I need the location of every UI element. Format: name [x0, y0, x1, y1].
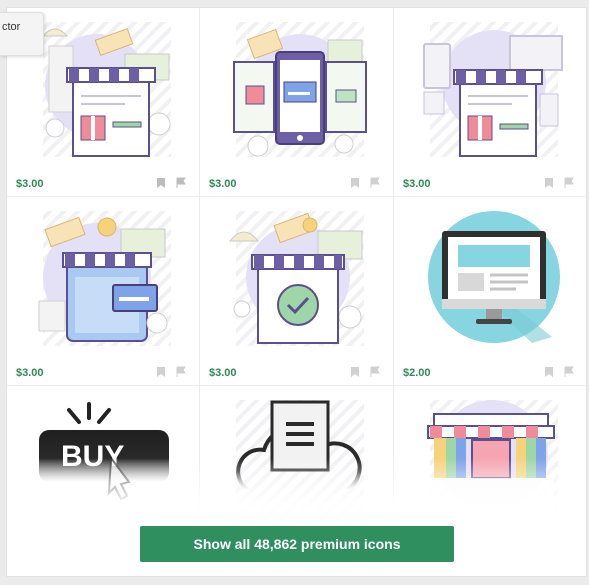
icon-card-4[interactable]: $3.00: [7, 197, 200, 386]
card-actions: [155, 177, 187, 189]
flag-icon[interactable]: [175, 177, 187, 189]
multi-device-shop-icon[interactable]: [412, 16, 570, 166]
bookmark-icon[interactable]: [155, 366, 167, 378]
show-all-premium-icons-button[interactable]: Show all 48,862 premium icons: [140, 526, 454, 562]
desktop-monitor-icon[interactable]: [412, 205, 570, 355]
online-shop-gift-icon[interactable]: [25, 16, 183, 166]
bookmark-icon[interactable]: [155, 177, 167, 189]
tablet-shop-icon[interactable]: [25, 205, 183, 355]
flag-icon[interactable]: [369, 366, 381, 378]
flag-icon[interactable]: [175, 366, 187, 378]
card-actions: [543, 366, 575, 378]
shop-checkmark-icon[interactable]: [218, 205, 376, 355]
icon-card-5[interactable]: $3.00: [200, 197, 394, 386]
price-label: $3.00: [403, 178, 431, 190]
bookmark-icon[interactable]: [349, 177, 361, 189]
price-label: $3.00: [16, 178, 44, 190]
bookmark-icon[interactable]: [543, 177, 555, 189]
price-label: $3.00: [16, 367, 44, 379]
flag-icon[interactable]: [563, 366, 575, 378]
icon-results-panel: $3.00 $3.00 $3.00 $3.00 $3.00 $2.00 BUY …: [6, 7, 587, 577]
truncated-tooltip: ctor: [0, 12, 44, 56]
icon-card-2[interactable]: $3.00: [200, 8, 394, 197]
tooltip-text: ctor: [2, 21, 21, 33]
card-actions: [543, 177, 575, 189]
mobile-shopping-icon[interactable]: [218, 16, 376, 166]
icon-card-6[interactable]: $2.00: [394, 197, 586, 386]
flag-icon[interactable]: [369, 177, 381, 189]
card-actions: [349, 177, 381, 189]
bookmark-icon[interactable]: [349, 366, 361, 378]
flag-icon[interactable]: [563, 177, 575, 189]
card-actions: [349, 366, 381, 378]
price-label: $2.00: [403, 367, 431, 379]
price-label: $3.00: [209, 178, 237, 190]
bookmark-icon[interactable]: [543, 366, 555, 378]
card-actions: [155, 366, 187, 378]
price-label: $3.00: [209, 367, 237, 379]
icon-card-3[interactable]: $3.00: [394, 8, 586, 197]
